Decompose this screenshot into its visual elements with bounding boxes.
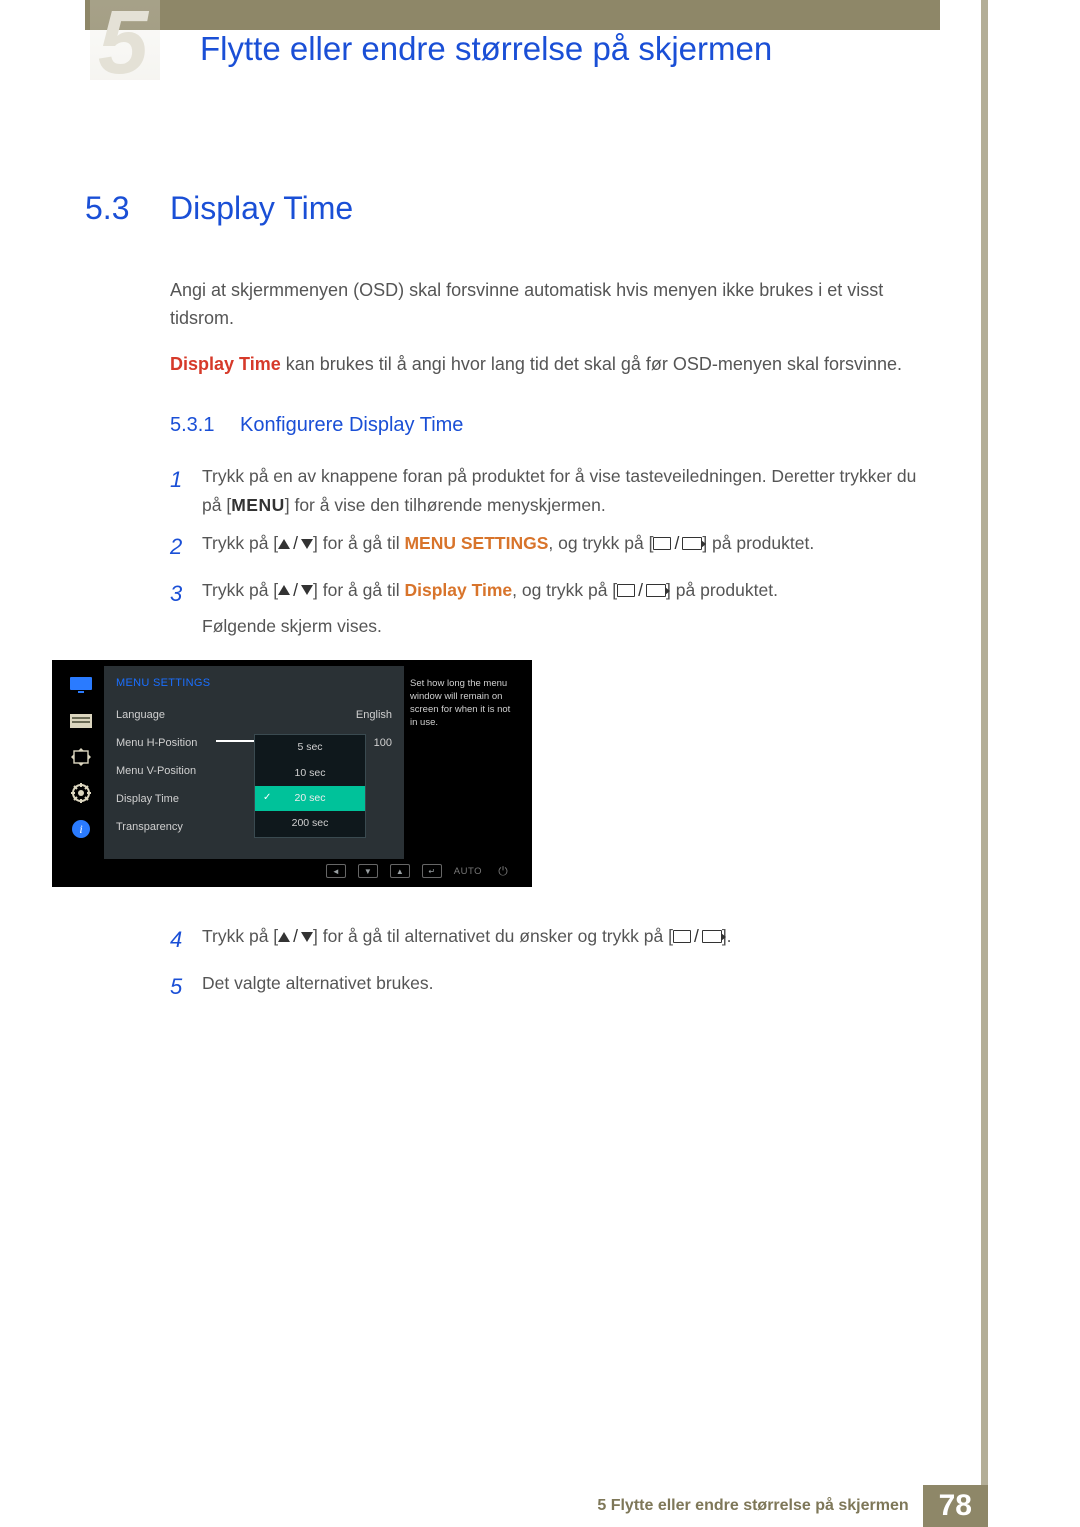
footer-chapter-label: 5 Flytte eller endre størrelse på skjerm… bbox=[597, 1485, 922, 1527]
osd-options-popup: 5 sec 10 sec 20 sec 200 sec bbox=[254, 734, 366, 837]
rect-source-icon: / bbox=[617, 576, 666, 605]
resize-icon bbox=[69, 747, 93, 767]
svg-text:i: i bbox=[79, 822, 82, 836]
nav-down-icon: ▼ bbox=[358, 864, 378, 878]
info-icon: i bbox=[69, 819, 93, 839]
nav-enter-icon: ↵ bbox=[422, 864, 442, 878]
nav-left-icon: ◄ bbox=[326, 864, 346, 878]
osd-option: 5 sec bbox=[255, 735, 365, 760]
osd-option-selected: 20 sec bbox=[255, 786, 365, 811]
up-down-icon: / bbox=[278, 922, 313, 951]
osd-title: MENU SETTINGS bbox=[104, 674, 404, 700]
subsection-title: Konfigurere Display Time bbox=[240, 414, 463, 437]
menu-settings-label: MENU SETTINGS bbox=[404, 533, 548, 553]
step-2: 2 Trykk på [/] for å gå til MENU SETTING… bbox=[170, 529, 940, 565]
chapter-number: 5 bbox=[98, 0, 148, 95]
intro-keyword: Display Time bbox=[170, 354, 281, 374]
page-edge-stripe bbox=[981, 0, 988, 1510]
osd-row-language: Language English bbox=[104, 701, 404, 729]
subsection-heading: 5.3.1 Konfigurere Display Time bbox=[170, 414, 940, 437]
step-5: 5 Det valgte alternativet brukes. bbox=[170, 969, 940, 1005]
step-4: 4 Trykk på [/] for å gå til alternativet… bbox=[170, 922, 940, 958]
step-list: 1 Trykk på en av knappene foran på produ… bbox=[170, 462, 940, 1005]
gear-icon bbox=[69, 783, 93, 803]
monitor-icon bbox=[69, 675, 93, 695]
rect-source-icon: / bbox=[653, 529, 702, 558]
section-title: Display Time bbox=[170, 190, 353, 227]
osd-option: 200 sec bbox=[255, 811, 365, 836]
step-1: 1 Trykk på en av knappene foran på produ… bbox=[170, 462, 940, 520]
up-down-icon: / bbox=[278, 576, 313, 605]
subsection-number: 5.3.1 bbox=[170, 414, 240, 437]
chapter-marker: 5 bbox=[90, 0, 160, 80]
osd-screenshot: i MENU SETTINGS Language English Menu H-… bbox=[52, 660, 532, 887]
section-heading: 5.3 Display Time bbox=[85, 190, 940, 227]
chapter-title: Flytte eller endre størrelse på skjermen bbox=[200, 30, 772, 68]
menu-key-label: MENU bbox=[231, 495, 285, 515]
nav-up-icon: ▲ bbox=[390, 864, 410, 878]
header-band bbox=[85, 0, 940, 30]
up-down-icon: / bbox=[278, 529, 313, 558]
auto-label: AUTO bbox=[454, 865, 482, 877]
footer-page-number: 78 bbox=[923, 1485, 988, 1527]
rect-source-icon: / bbox=[673, 922, 722, 951]
osd-footer: ◄ ▼ ▲ ↵ AUTO ⏻ bbox=[52, 859, 532, 887]
page-footer: 5 Flytte eller endre størrelse på skjerm… bbox=[85, 1485, 988, 1527]
osd-sidebar: i bbox=[58, 666, 104, 859]
main-content: 5.3 Display Time Angi at skjermmenyen (O… bbox=[85, 190, 940, 1015]
power-icon: ⏻ bbox=[494, 865, 512, 877]
intro-paragraph-2: Display Time kan brukes til å angi hvor … bbox=[170, 351, 940, 379]
display-time-label: Display Time bbox=[404, 580, 512, 600]
intro-paragraph-1: Angi at skjermmenyen (OSD) skal forsvinn… bbox=[170, 277, 940, 333]
osd-help-panel: Set how long the menu window will remain… bbox=[404, 666, 526, 859]
osd-option: 10 sec bbox=[255, 761, 365, 786]
osd-main-panel: MENU SETTINGS Language English Menu H-Po… bbox=[104, 666, 404, 859]
step-3: 3 Trykk på [/] for å gå til Display Time… bbox=[170, 576, 940, 913]
section-number: 5.3 bbox=[85, 190, 170, 227]
bars-icon bbox=[69, 711, 93, 731]
